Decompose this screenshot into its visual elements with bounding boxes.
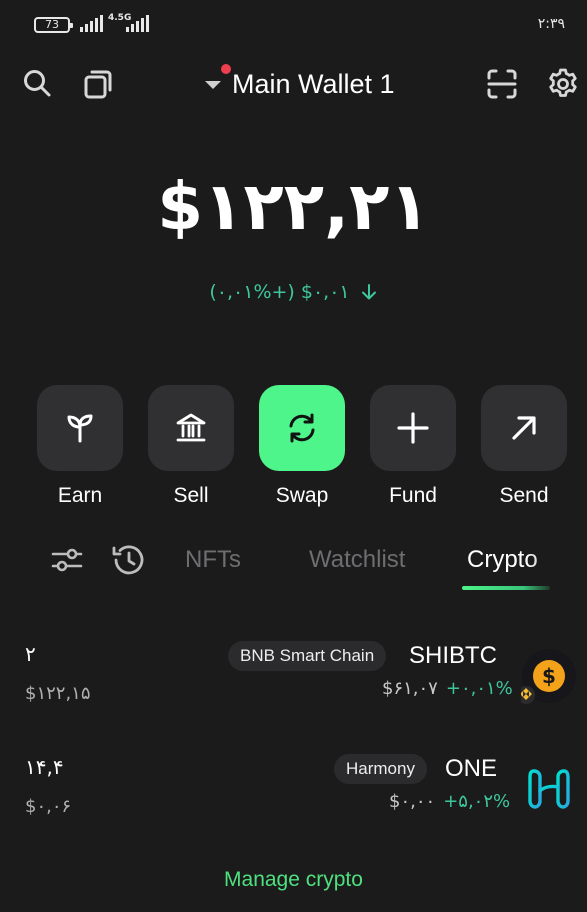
sell-tile[interactable] [148, 385, 234, 471]
asset-price-line: $۰,۰۰ +۵,۰۲% [389, 791, 510, 812]
sprout-icon [67, 414, 93, 443]
battery-indicator: 73 [34, 17, 73, 33]
asset-change: +۰,۰۱% [445, 678, 513, 699]
wallet-selector[interactable]: Main Wallet 1 [205, 64, 395, 104]
copy-icon [84, 70, 112, 99]
arrow-up-right-icon [512, 416, 536, 440]
search-icon [24, 70, 51, 97]
shibtc-coin-icon: $ [517, 648, 577, 704]
clock: ۲:۳۹ [537, 16, 565, 32]
asset-fiat-value: $۰,۰۶ [25, 796, 72, 817]
asset-change: +۵,۰۲% [443, 791, 511, 812]
sell-button[interactable]: Sell [148, 385, 234, 508]
arrow-down-icon [361, 284, 376, 300]
tabs-fade [527, 536, 587, 584]
plus-icon [397, 412, 429, 444]
earn-label: Earn [57, 484, 103, 507]
tab-watchlist[interactable]: Watchlist [309, 546, 405, 574]
history-icon [112, 545, 144, 575]
sell-label: Sell [173, 484, 209, 507]
balance-change-text: (۰,۰۱%+) $۰,۰۱ [209, 281, 350, 303]
settings-button[interactable] [545, 66, 581, 102]
fund-tile[interactable] [370, 385, 456, 471]
copy-button[interactable] [80, 66, 116, 102]
chevron-down-icon [205, 81, 221, 89]
asset-amount: ۲ [25, 642, 36, 666]
asset-ticker: ONE [445, 755, 498, 782]
total-balance: $۱۲۲,۲۱ [157, 168, 430, 245]
status-bar: 73 4.5G ۲:۳۹ [0, 0, 587, 50]
earn-button[interactable]: Earn [37, 385, 123, 508]
bank-icon [176, 413, 206, 442]
asset-ticker: SHIBTC [409, 642, 498, 669]
svg-text:$: $ [542, 664, 556, 688]
swap-icon [289, 413, 315, 443]
asset-price: $۰,۰۰ [389, 791, 436, 812]
send-tile[interactable] [481, 385, 567, 471]
chain-badge: BNB Smart Chain [228, 641, 387, 671]
balance-change: (۰,۰۱%+) $۰,۰۱ [0, 281, 587, 303]
send-label: Send [499, 484, 549, 507]
sliders-icon [51, 548, 83, 572]
tab-nfts[interactable]: NFTs [185, 546, 241, 574]
fund-label: Fund [389, 484, 437, 507]
active-tab-indicator [462, 586, 550, 590]
asset-fiat-value: $۱۲۲,۱۵ [25, 683, 91, 704]
history-button[interactable] [108, 540, 148, 580]
earn-tile[interactable] [37, 385, 123, 471]
swap-button[interactable]: Swap [259, 385, 345, 508]
send-button[interactable]: Send [481, 385, 567, 508]
chain-badge: Harmony [334, 754, 427, 784]
swap-label: Swap [275, 484, 329, 507]
wallet-name: Main Wallet 1 [232, 68, 395, 99]
asset-amount: ۱۴,۴ [25, 755, 64, 779]
asset-price-line: $۶۱,۰۷ +۰,۰۱% [382, 678, 513, 699]
signal-icon [80, 14, 103, 32]
fund-button[interactable]: Fund [370, 385, 456, 508]
asset-price: $۶۱,۰۷ [382, 678, 438, 699]
signal-icon-2 [126, 14, 149, 32]
harmony-one-icon [527, 767, 571, 811]
swap-tile[interactable] [259, 385, 345, 471]
asset-row[interactable]: ۲ $۱۲۲,۱۵ BNB Smart Chain SHIBTC $۶۱,۰۷ +… [0, 630, 587, 730]
manage-crypto-link[interactable]: Manage crypto [0, 868, 587, 892]
gear-icon [549, 68, 577, 97]
scan-icon [487, 69, 517, 99]
scan-button[interactable] [484, 66, 520, 102]
asset-row[interactable]: ۱۴,۴ $۰,۰۶ Harmony ONE $۰,۰۰ +۵,۰۲% [0, 743, 587, 843]
search-button[interactable] [20, 66, 54, 100]
notification-dot [221, 64, 231, 74]
asset-tabs: NFTs Watchlist Crypto [0, 536, 587, 596]
filter-button[interactable] [48, 542, 86, 578]
action-bar: Earn Sell Swap Fund Send [37, 385, 567, 508]
